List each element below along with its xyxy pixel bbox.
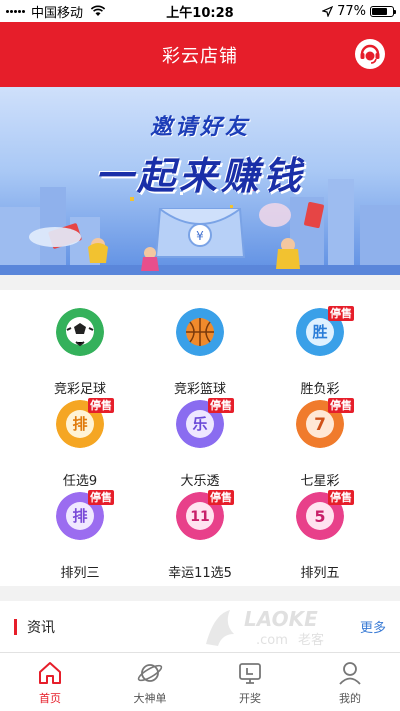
basketball-icon [176, 308, 224, 356]
game-glyph: 5 [314, 507, 325, 526]
game-glyph: 11 [190, 509, 209, 525]
game-qixingcai[interactable]: 7 停售 七星彩 [270, 398, 370, 496]
svg-text:¥: ¥ [196, 229, 204, 243]
tab-label: 大神单 [133, 692, 167, 705]
battery-level [372, 7, 388, 15]
game-glyph: 排 [72, 415, 87, 433]
game-label: 胜负彩 [300, 382, 340, 397]
carrier-name: 中国移动 [31, 5, 84, 21]
signal-icon [6, 9, 25, 13]
watermark-cn: 老客 [298, 632, 324, 648]
game-basketball[interactable]: 竞彩篮球 [150, 308, 250, 404]
stop-sale-badge: 停售 [88, 398, 114, 413]
home-icon [39, 662, 61, 684]
profile-icon [339, 662, 361, 685]
tab-label: 首页 [39, 692, 61, 705]
game-glyph: 排 [72, 507, 87, 525]
section-marker [14, 618, 17, 635]
tab-label: 开奖 [239, 692, 261, 705]
stop-sale-badge: 停售 [88, 490, 114, 505]
game-renxuan9[interactable]: 排 停售 任选9 [30, 398, 130, 496]
header-bar: 彩云店铺 [0, 22, 400, 87]
tab-profile[interactable]: 我的 [300, 653, 400, 711]
game-pailie3[interactable]: 排 停售 排列三 [30, 490, 130, 588]
soccer-ball-icon [56, 308, 104, 356]
status-bar: 中国移动 上午10:28 77% [0, 0, 400, 22]
status-left: 中国移动 [6, 2, 146, 21]
lottery-grid: 竞彩足球 竞彩篮球 胜 停售 胜负彩 排 停售 任选9 乐 停售 大乐透 7 停… [0, 290, 400, 586]
stop-sale-badge: 停售 [208, 490, 234, 505]
stop-sale-badge: 停售 [328, 306, 354, 321]
tab-draw-results[interactable]: 开奖 [200, 653, 300, 711]
location-arrow-icon [322, 5, 334, 17]
status-right: 77% [254, 3, 396, 19]
bottom-tab-bar: 首页 大神单 开奖 我的 [0, 652, 400, 711]
game-shengfucai[interactable]: 胜 停售 胜负彩 [270, 306, 370, 404]
watermark-brand: LAOKE [244, 607, 318, 631]
invite-banner[interactable]: ¥ 邀请好友 一起来赚钱 [0, 87, 400, 275]
tab-experts[interactable]: 大神单 [100, 653, 200, 711]
game-glyph: 7 [314, 415, 326, 435]
game-label: 排列五 [300, 566, 340, 581]
battery-percent: 77% [337, 3, 366, 19]
game-label: 排列三 [60, 566, 100, 581]
stop-sale-badge: 停售 [328, 490, 354, 505]
game-pailie5[interactable]: 5 停售 排列五 [270, 490, 370, 588]
laoke-watermark: LAOKE .com 老客 [206, 607, 324, 648]
game-label: 竞彩足球 [53, 382, 106, 397]
draw-result-icon [239, 663, 261, 684]
game-label: 幸运11选5 [168, 566, 232, 581]
wifi-icon [90, 5, 106, 16]
game-glyph: 胜 [312, 323, 327, 341]
banner-subtitle: 邀请好友 [149, 115, 250, 140]
game-soccer[interactable]: 竞彩足球 [30, 308, 130, 404]
banner-headline: 一起来赚钱 [94, 154, 305, 198]
game-label: 任选9 [62, 474, 98, 489]
tab-home[interactable]: 首页 [0, 653, 100, 711]
tab-label: 我的 [339, 692, 361, 705]
game-label: 七星彩 [300, 474, 340, 489]
game-glyph: 乐 [192, 415, 207, 433]
game-label: 竞彩篮球 [173, 382, 226, 397]
game-label: 大乐透 [180, 474, 220, 489]
page-title: 彩云店铺 [162, 45, 238, 67]
watermark-domain: .com [256, 633, 288, 648]
game-daletou[interactable]: 乐 停售 大乐透 [150, 398, 250, 496]
status-time: 上午10:28 [166, 5, 234, 21]
planet-icon [137, 664, 163, 682]
stop-sale-badge: 停售 [208, 398, 234, 413]
customer-service-icon[interactable] [354, 38, 386, 70]
stop-sale-badge: 停售 [328, 398, 354, 413]
battery-icon [370, 5, 396, 17]
game-lucky11x5[interactable]: 11 停售 幸运11选5 [150, 490, 250, 588]
